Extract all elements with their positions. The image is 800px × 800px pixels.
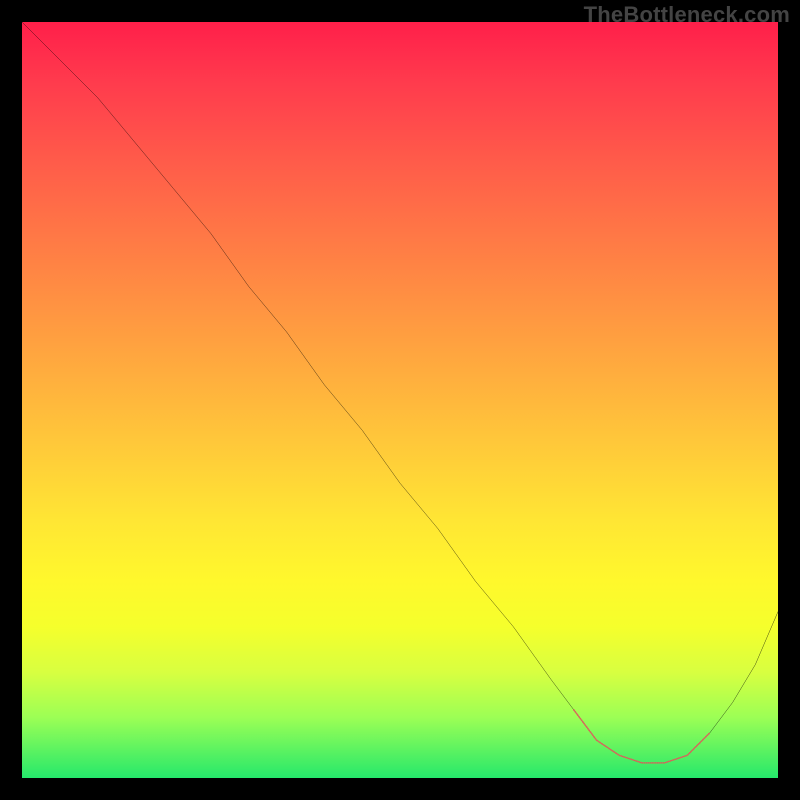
chart-highlight — [574, 710, 710, 763]
chart-curve — [22, 22, 778, 763]
chart-svg — [22, 22, 778, 778]
watermark-text: TheBottleneck.com — [584, 2, 790, 28]
chart-stage: TheBottleneck.com — [0, 0, 800, 800]
